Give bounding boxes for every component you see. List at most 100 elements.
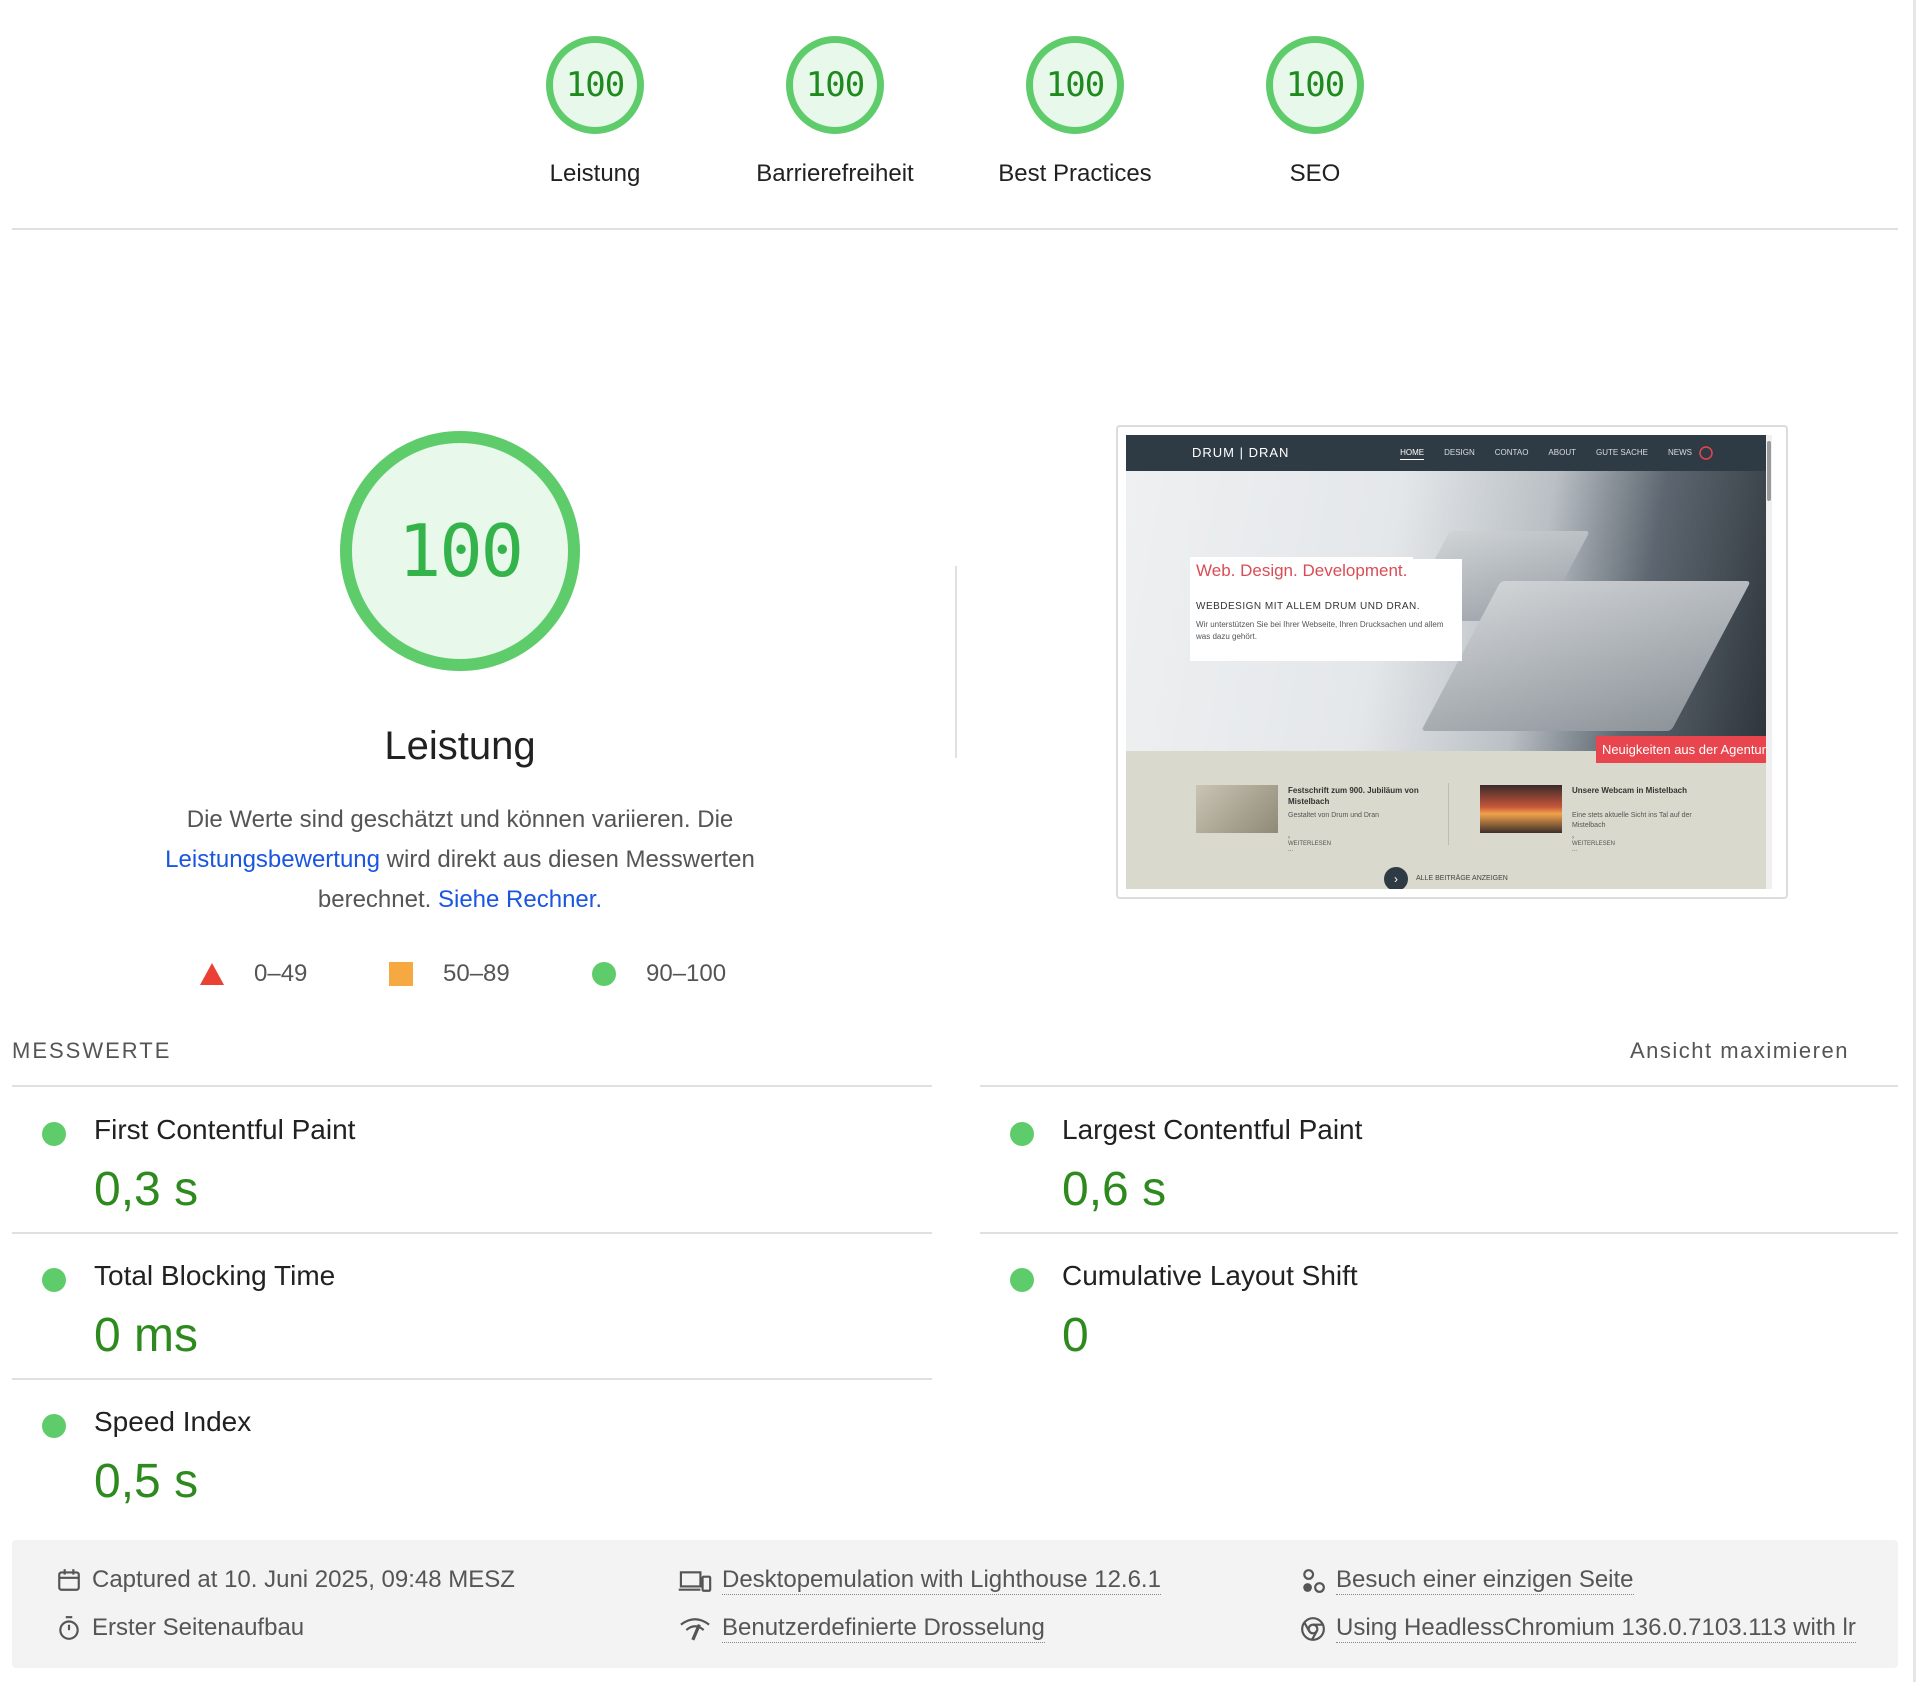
gauge-score: 100 [805,65,865,105]
session-text: Besuch einer einzigen Seite [1336,1566,1634,1595]
post-more: › WEITERLESEN ... [1288,835,1332,853]
metric-name: Cumulative Layout Shift [1062,1260,1358,1291]
circle-icon [1699,446,1713,460]
metrics-divider [12,1232,932,1234]
post-title: Unsere Webcam in Mistelbach [1572,786,1687,795]
metric-name: Speed Index [94,1406,252,1437]
gauge-accessibility[interactable]: 100 Barrierefreiheit [705,36,965,188]
site-menu-item: NEWS [1668,448,1692,457]
site-menu-item: ABOUT [1548,448,1576,457]
post-more: › WEITERLESEN ... [1572,835,1616,853]
top-divider [12,228,1898,230]
preview-scrollbar [1766,435,1772,889]
emulation-info[interactable]: Desktopemulation with Lighthouse 12.6.1 [678,1566,1161,1595]
hero-subtitle: WEBDESIGN MIT ALLEM DRUM UND DRAN. [1196,601,1421,612]
post-divider [1448,783,1449,845]
user-flow-icon [1303,1568,1325,1593]
triangle-icon [200,963,224,985]
site-menu-item: GUTE SACHE [1595,448,1648,457]
legend-label: 0–49 [254,960,308,987]
news-tag: Neuigkeiten aus der Agentur [1595,736,1772,763]
pass-circle-icon [1010,1268,1034,1292]
desc-text: berechnet. [317,886,432,913]
chrome-icon [1301,1616,1325,1641]
metric-name: First Contentful Paint [94,1114,356,1145]
throttling-text: Benutzerdefinierte Drosselung [722,1614,1045,1643]
all-posts-label: ALLE BEITRÄGE ANZEIGEN [1416,875,1508,882]
load-type: Erster Seitenaufbau [56,1614,304,1642]
desc-text: Die Werte sind geschätzt und können vari… [186,806,734,833]
metrics-divider [980,1085,1898,1087]
load-text: Erster Seitenaufbau [92,1614,305,1641]
pass-circle-icon [42,1414,66,1438]
pass-circle-icon [1010,1122,1034,1146]
gauge-label: Best Practices [998,160,1152,187]
captured-at: Captured at 10. Juni 2025, 09:48 MESZ [56,1566,515,1594]
browser-info[interactable]: Using HeadlessChromium 136.0.7103.113 wi… [1300,1614,1856,1643]
hero-title: Web. Design. Development. [1190,557,1414,585]
gauge-ring: 100 [786,36,884,134]
metrics-heading: MESSWERTE [12,1038,172,1063]
final-screenshot[interactable]: DRUM | DRAN HOME DESIGN CONTAO ABOUT GUT… [1116,425,1788,899]
square-icon [389,962,413,986]
session-info[interactable]: Besuch einer einzigen Seite [1300,1566,1634,1595]
gauge-label: Leistung [549,160,641,187]
metric-value: 0,3 s [94,1163,199,1216]
legend-pass: 90–100 [592,960,726,988]
circle-icon [592,962,616,986]
calendar-icon [58,1569,80,1591]
metric-value: 0,6 s [1062,1163,1167,1216]
hero-text: Wir unterstützen Sie bei Ihrer Webseite,… [1196,620,1444,641]
category-gauges: 100 Leistung 100 Barrierefreiheit 100 Be… [0,36,1916,196]
post-image [1196,785,1278,833]
gauge-score: 100 [1285,65,1345,105]
gauge-label: SEO [1289,160,1341,187]
legend-label: 50–89 [443,960,510,987]
site-menu: HOME DESIGN CONTAO ABOUT GUTE SACHE NEWS [1400,448,1692,460]
site-nav: DRUM | DRAN HOME DESIGN CONTAO ABOUT GUT… [1126,435,1772,471]
post-subtitle: Gestaltet von Drum und Dran [1288,812,1380,819]
site-logo: DRUM | DRAN [1192,445,1290,460]
post-subtitle: Eine stets aktuelle Sicht ins Tal auf de… [1572,812,1692,829]
performance-gauge: 100 [340,431,580,671]
site-menu-item: HOME [1400,448,1425,460]
gauge-best-practices[interactable]: 100 Best Practices [945,36,1205,188]
performance-description: Die Werte sind geschätzt und können vari… [120,800,800,920]
desc-text: wird direkt aus diesen Messwerten [386,846,755,873]
site-preview: DRUM | DRAN HOME DESIGN CONTAO ABOUT GUT… [1126,435,1772,889]
browser-text: Using HeadlessChromium 136.0.7103.113 wi… [1336,1614,1856,1643]
runtime-settings: Captured at 10. Juni 2025, 09:48 MESZ De… [12,1540,1898,1668]
performance-title: Leistung [384,724,536,768]
post-title: Festschrift zum 900. Jubiläum von Mistel… [1288,786,1419,806]
legend-fail: 0–49 [200,960,307,988]
captured-text: Captured at 10. Juni 2025, 09:48 MESZ [92,1566,515,1593]
site-menu-item: CONTAO [1494,448,1529,457]
gauge-ring: 100 [1026,36,1124,134]
legend-label: 90–100 [646,960,727,987]
scoring-link[interactable]: Leistungsbewertung [165,846,380,873]
gauge-ring: 100 [546,36,644,134]
score-legend: 0–49 50–89 90–100 [0,960,920,990]
expand-view-toggle[interactable]: Ansicht maximieren [1630,1038,1849,1064]
post-image [1480,785,1562,833]
metric-value: 0 [1062,1309,1089,1362]
gauge-score: 100 [565,65,625,105]
devices-icon [678,1570,712,1592]
site-menu-item: DESIGN [1444,448,1475,457]
performance-score: 100 [397,509,524,593]
metrics-divider [12,1085,932,1087]
metrics-divider [980,1232,1898,1234]
emulation-text: Desktopemulation with Lighthouse 12.6.1 [722,1566,1161,1595]
pass-circle-icon [42,1268,66,1292]
network-icon [680,1617,710,1640]
throttling-info[interactable]: Benutzerdefinierte Drosselung [678,1614,1045,1643]
gauge-label: Barrierefreiheit [756,160,914,187]
metric-value: 0 ms [94,1309,199,1362]
legend-average: 50–89 [389,960,510,988]
metric-value: 0,5 s [94,1455,199,1508]
vertical-divider [955,566,957,758]
gauge-performance[interactable]: 100 Leistung [465,36,725,188]
gauge-seo[interactable]: 100 SEO [1185,36,1445,188]
metric-name: Total Blocking Time [94,1260,336,1291]
calculator-link[interactable]: Siehe Rechner. [438,886,602,913]
